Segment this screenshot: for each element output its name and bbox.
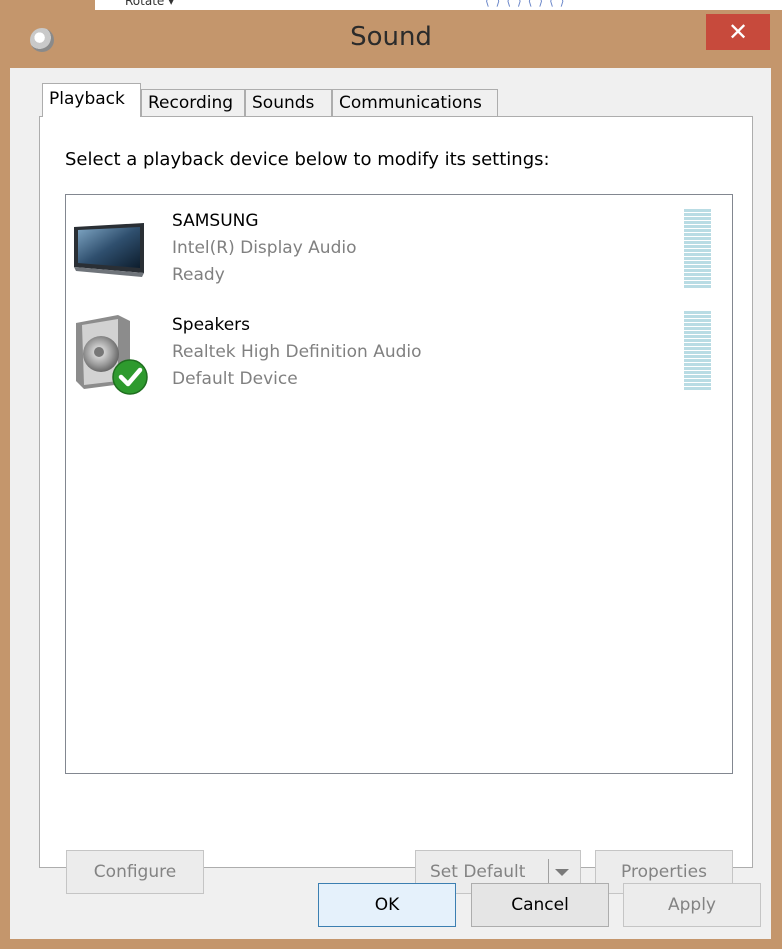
chevron-down-icon[interactable] — [555, 869, 569, 876]
device-list[interactable]: SAMSUNG Intel(R) Display Audio Ready Spe… — [65, 194, 733, 774]
tab-recording[interactable]: Recording — [141, 89, 245, 116]
device-status: Ready — [172, 265, 225, 285]
monitor-icon — [72, 221, 148, 285]
background-app-marks: ⟨⟩⟨⟩⟨⟩⟨⟩ — [485, 0, 571, 8]
ok-button[interactable]: OK — [318, 883, 456, 927]
close-button[interactable]: ✕ — [706, 14, 770, 50]
device-name: Speakers — [172, 315, 251, 335]
device-item-speakers[interactable]: Speakers Realtek High Definition Audio D… — [66, 299, 732, 399]
device-status: Default Device — [172, 369, 298, 389]
title-bar[interactable]: Sound ✕ — [0, 10, 782, 68]
sound-dialog-window: Rotate ▾ ⟨⟩⟨⟩⟨⟩⟨⟩ Sound ✕ Playback Recor… — [0, 0, 782, 949]
volume-meter — [684, 209, 711, 289]
device-driver: Intel(R) Display Audio — [172, 238, 357, 258]
playback-panel: Select a playback device below to modify… — [39, 116, 753, 894]
apply-button[interactable]: Apply — [623, 883, 761, 927]
configure-button[interactable]: Configure — [66, 850, 204, 894]
instruction-text: Select a playback device below to modify… — [65, 149, 550, 170]
device-name: SAMSUNG — [172, 211, 259, 231]
device-item-samsung[interactable]: SAMSUNG Intel(R) Display Audio Ready — [66, 195, 732, 295]
device-driver: Realtek High Definition Audio — [172, 342, 422, 362]
background-app-text: Rotate ▾ — [125, 0, 175, 8]
volume-meter — [684, 311, 711, 391]
speaker-icon — [72, 313, 154, 401]
background-app-strip: Rotate ▾ ⟨⟩⟨⟩⟨⟩⟨⟩ — [95, 0, 782, 10]
set-default-label: Set Default — [430, 862, 526, 882]
tab-sounds[interactable]: Sounds — [245, 89, 332, 116]
tab-communications[interactable]: Communications — [332, 89, 498, 116]
tab-playback[interactable]: Playback — [42, 83, 141, 117]
dialog-client-area: Playback Recording Sounds Communications… — [10, 68, 771, 939]
window-title: Sound — [350, 22, 432, 52]
cancel-button[interactable]: Cancel — [471, 883, 609, 927]
default-check-icon — [112, 359, 148, 395]
